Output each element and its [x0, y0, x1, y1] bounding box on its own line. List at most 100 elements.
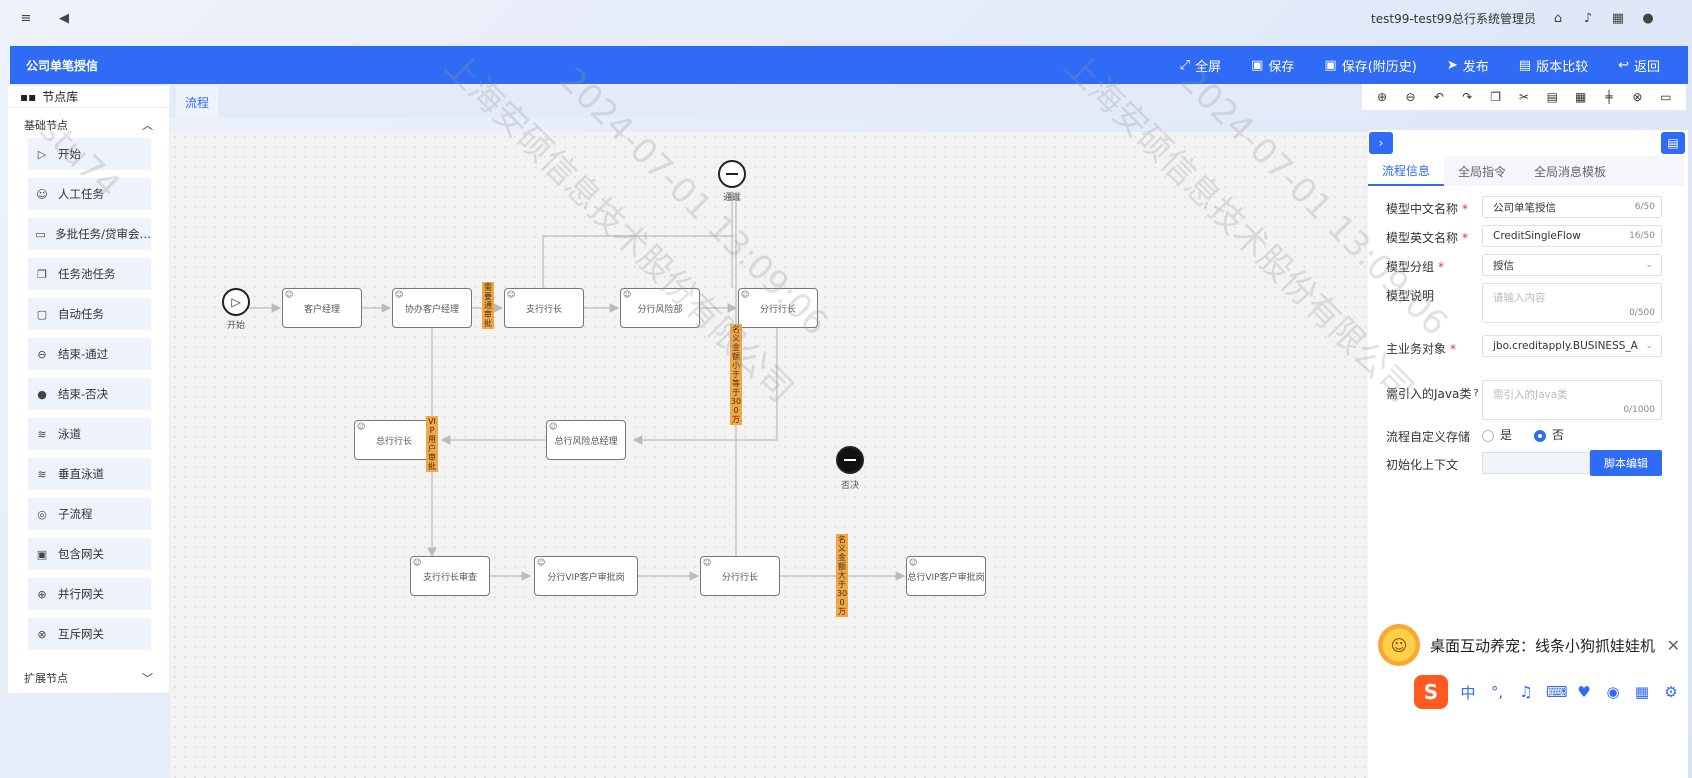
task-node[interactable]: ☺ 分行行长 [700, 556, 780, 596]
popup-text: 桌面互动养宠：线条小狗抓娃娃机 [1430, 636, 1656, 655]
flow-canvas[interactable]: ▷ 开始 通过 否决 ☺ 客户经理 ☺ 协办客户经理 ☺ 支行行长 ☺ 分行风险部 ☺ 分… [170, 132, 1368, 778]
exclusive-gateway-icon: ⊗ [37, 627, 47, 641]
task-node[interactable]: ☺ 支行行长审查 [410, 556, 490, 596]
node-lane[interactable]: ≋ 泳道 [28, 418, 151, 450]
skin-icon[interactable]: ♥ [1575, 683, 1593, 701]
required-mark: * [1438, 259, 1445, 274]
pet-popup[interactable]: ☺ 桌面互动养宠：线条小狗抓娃娃机 ✕ [1374, 620, 1690, 670]
context-input[interactable] [1482, 452, 1590, 474]
zoom-in-icon[interactable]: ⊕ [1374, 89, 1390, 105]
tab-flow-info[interactable]: 流程信息 [1368, 156, 1445, 186]
back-button[interactable]: ↩ 返回 [1618, 56, 1660, 75]
task-node[interactable]: ☺ 分行VIP客户审批岗 [534, 556, 638, 596]
toolbox-icon[interactable]: ▦ [1633, 683, 1651, 701]
tab-global-message[interactable]: 全局消息模板 [1520, 156, 1620, 186]
node-start[interactable]: ▷ 开始 [28, 138, 151, 170]
save-history-button[interactable]: ▣ 保存(附历史) [1324, 56, 1416, 75]
zoom-out-icon[interactable]: ⊖ [1403, 89, 1419, 105]
grid-icon[interactable]: ▦ [1573, 89, 1589, 105]
apps-icon[interactable]: ▦ [1610, 11, 1626, 27]
radio-yes[interactable]: 是 [1482, 426, 1512, 443]
document-button[interactable]: ▤ [1661, 132, 1685, 154]
publish-button[interactable]: ➤ 发布 [1447, 56, 1489, 75]
user-icon: ☺ [285, 290, 294, 299]
task-node[interactable]: ☺ 分行行长 [738, 288, 818, 328]
char-count: 0/500 [1629, 308, 1655, 318]
node-end-reject[interactable]: ● 结束-否决 [28, 378, 151, 410]
radio-no[interactable]: 否 [1534, 426, 1564, 443]
node-multi-task[interactable]: ▭ 多批任务/贷审会… [28, 218, 151, 250]
bell-icon[interactable]: ♪ [1580, 11, 1596, 27]
copy-icon: ❐ [37, 267, 47, 281]
task-node[interactable]: ☺ 客户经理 [282, 288, 362, 328]
clear-icon[interactable]: ⊗ [1629, 89, 1645, 105]
node-pool-task[interactable]: ❐ 任务池任务 [28, 258, 151, 290]
punctuation-icon[interactable]: °, [1488, 683, 1506, 701]
avatar-icon[interactable]: ● [1640, 11, 1656, 27]
cut-icon[interactable]: ✂ [1516, 89, 1532, 105]
compare-button[interactable]: ▤ 版本比较 [1519, 56, 1588, 75]
task-node[interactable]: ☺ 分行风险部 [620, 288, 700, 328]
microphone-icon[interactable]: ♫ [1517, 683, 1535, 701]
en-name-input[interactable]: CreditSingleFlow 16/50 [1482, 225, 1662, 247]
preview-icon[interactable]: ▭ [1658, 89, 1674, 105]
basic-nodes-group[interactable]: 基础节点 ︿ [8, 112, 169, 138]
send-icon: ➤ [1446, 57, 1458, 73]
node-auto-task[interactable]: ▢ 自动任务 [28, 298, 151, 330]
chevron-up-icon: ︿ [142, 119, 153, 132]
user-name: test99-test99总行系统管理员 [1371, 12, 1536, 26]
ime-lang[interactable]: 中 [1459, 682, 1477, 703]
desc-textarea[interactable]: 请输入内容 0/500 [1482, 283, 1662, 323]
align-icon[interactable]: ╪ [1601, 89, 1617, 105]
char-count: 16/50 [1629, 231, 1655, 241]
node-subprocess[interactable]: ◎ 子流程 [28, 498, 151, 530]
speaker-icon[interactable]: ◀ [56, 10, 72, 26]
extended-nodes-group[interactable]: 扩展节点 ﹀ [8, 665, 169, 691]
biz-object-select[interactable]: jbo.creditapply.BUSINESS_A ⌄ [1482, 335, 1662, 357]
end-pass-event[interactable] [718, 160, 746, 188]
node-end-pass[interactable]: ⊖ 结束-通过 [28, 338, 151, 370]
save-button[interactable]: ▣ 保存 [1251, 56, 1294, 75]
condition-label[interactable]: 需要通审批 [482, 282, 494, 329]
node-parallel-gateway[interactable]: ⊕ 并行网关 [28, 578, 151, 610]
undo-icon[interactable]: ↶ [1431, 89, 1447, 105]
cn-name-input[interactable]: 公司单笔授信 6/50 [1482, 196, 1662, 218]
group-select[interactable]: 授信 ⌄ [1482, 254, 1662, 276]
script-edit-button[interactable]: 脚本编辑 [1590, 450, 1662, 476]
menu-icon[interactable]: ≡ [18, 10, 34, 26]
condition-label[interactable]: VIP用户审批 [426, 416, 438, 472]
fullscreen-button[interactable]: ⤢ 全屏 [1180, 56, 1221, 75]
keyboard-icon[interactable]: ⌨ [1546, 683, 1568, 701]
game-icon[interactable]: ◉ [1604, 683, 1622, 701]
sogou-logo[interactable]: S [1414, 675, 1448, 709]
condition-label[interactable]: 名义金额大于300万 [836, 534, 848, 617]
minus-circle-icon: ⊖ [37, 347, 47, 361]
start-event[interactable]: ▷ [222, 288, 250, 316]
java-class-textarea[interactable]: 需引入的Java类 0/1000 [1482, 380, 1662, 420]
task-node[interactable]: ☺ 协办客户经理 [392, 288, 472, 328]
tab-global-command[interactable]: 全局指令 [1444, 156, 1520, 186]
tab-flow[interactable]: 流程 [176, 86, 218, 118]
task-node[interactable]: ☺ 总行行长 [354, 420, 434, 460]
help-icon[interactable]: ? [1473, 388, 1478, 399]
paste-icon[interactable]: ▤ [1544, 89, 1560, 105]
canvas-toolbar: ⊕ ⊖ ↶ ↷ ❐ ✂ ▤ ▦ ╪ ⊗ ▭ [1362, 84, 1686, 110]
node-exclusive-gateway[interactable]: ⊗ 互斥网关 [28, 618, 151, 650]
task-node[interactable]: ☺ 总行风险总经理 [546, 420, 626, 460]
collapse-panel-button[interactable]: › [1369, 132, 1393, 154]
panel-tabs: 流程信息 全局指令 全局消息模板 [1368, 156, 1684, 186]
task-node[interactable]: ☺ 支行行长 [504, 288, 584, 328]
node-inclusive-gateway[interactable]: ▣ 包含网关 [28, 538, 151, 570]
compare-icon: ▤ [1518, 57, 1532, 73]
condition-label[interactable]: 名义金额小于等于300万 [730, 324, 742, 425]
user-icon: ☺ [703, 558, 712, 567]
redo-icon[interactable]: ↷ [1459, 89, 1475, 105]
home-icon[interactable]: ⌂ [1550, 11, 1566, 27]
end-reject-event[interactable] [836, 446, 864, 474]
settings-icon[interactable]: ⚙ [1662, 683, 1680, 701]
task-node[interactable]: ☺ 总行VIP客户审批岗 [906, 556, 986, 596]
node-vertical-lane[interactable]: ≋ 垂直泳道 [28, 458, 151, 490]
close-icon[interactable]: ✕ [1667, 636, 1680, 655]
copy-icon[interactable]: ❐ [1488, 89, 1504, 105]
node-manual-task[interactable]: ☺ 人工任务 [28, 178, 151, 210]
